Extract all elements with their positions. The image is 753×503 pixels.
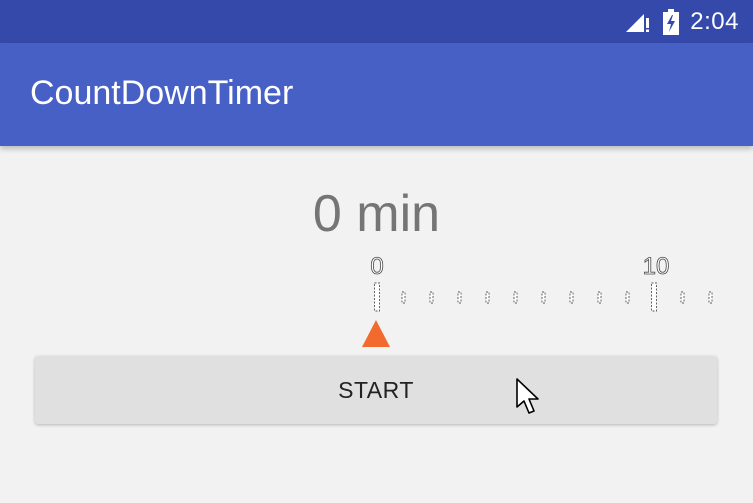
status-clock: 2:04 [690, 7, 739, 35]
app-screen: 2:04 CountDownTimer 0 min 0 10 START [0, 0, 753, 503]
app-bar: CountDownTimer [0, 43, 753, 146]
signal-icon [624, 10, 652, 34]
triangle-pointer-icon [362, 320, 390, 347]
ruler-minor-tick [513, 291, 518, 304]
ruler-minor-tick [457, 291, 462, 304]
status-bar: 2:04 [0, 0, 753, 43]
ruler-minor-tick [401, 291, 406, 304]
timer-display: 0 min [312, 185, 441, 243]
ruler-minor-tick [541, 291, 546, 304]
mouse-pointer-icon [515, 377, 541, 417]
ruler-label-0: 0 [370, 253, 384, 280]
ruler-minor-tick [597, 291, 602, 304]
minute-ruler[interactable]: 0 10 [0, 250, 753, 350]
ruler-label-10: 10 [642, 253, 670, 280]
ruler-minor-tick [485, 291, 490, 304]
ruler-minor-tick [680, 291, 685, 304]
ruler-major-tick-10 [651, 282, 657, 312]
start-button[interactable]: START [35, 356, 717, 424]
ruler-minor-tick [625, 291, 630, 304]
ruler-minor-tick [708, 291, 713, 304]
status-icons: 2:04 [624, 0, 739, 43]
battery-icon [662, 8, 680, 36]
ruler-minor-tick [429, 291, 434, 304]
ruler-major-tick-0 [374, 282, 380, 312]
app-title: CountDownTimer [30, 74, 294, 112]
ruler-minor-tick [569, 291, 574, 304]
